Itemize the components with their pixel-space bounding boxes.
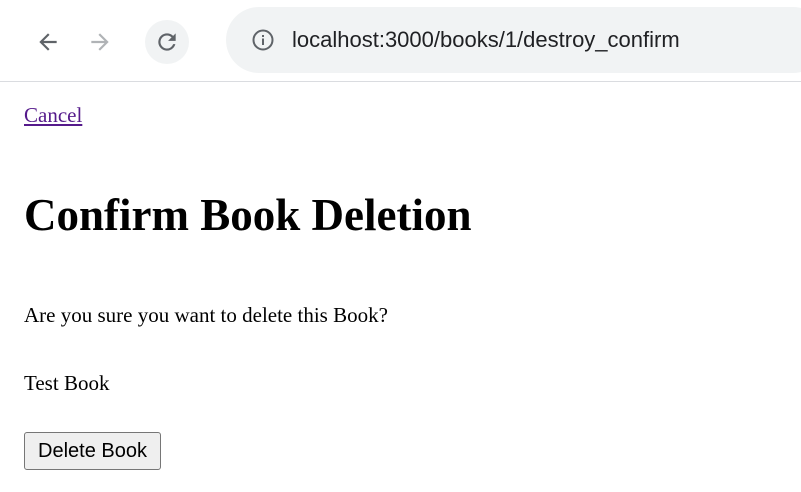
page-content: Cancel Confirm Book Deletion Are you sur… [0, 82, 801, 492]
arrow-right-icon [91, 33, 109, 51]
back-button[interactable] [26, 20, 70, 64]
reload-icon [158, 33, 176, 51]
url-text[interactable]: localhost:3000/books/1/destroy_confirm [292, 26, 680, 54]
browser-toolbar: localhost:3000/books/1/destroy_confirm [0, 0, 801, 82]
forward-button[interactable] [78, 20, 122, 64]
page-title: Confirm Book Deletion [24, 190, 472, 240]
reload-button[interactable] [145, 20, 189, 64]
info-circle-icon[interactable] [251, 28, 275, 52]
confirm-question: Are you sure you want to delete this Boo… [24, 303, 388, 327]
delete-book-button[interactable]: Delete Book [24, 432, 161, 470]
cancel-link[interactable]: Cancel [24, 102, 82, 128]
arrow-left-icon [39, 33, 57, 51]
book-title: Test Book [24, 371, 110, 395]
address-bar[interactable]: localhost:3000/books/1/destroy_confirm [226, 7, 801, 73]
